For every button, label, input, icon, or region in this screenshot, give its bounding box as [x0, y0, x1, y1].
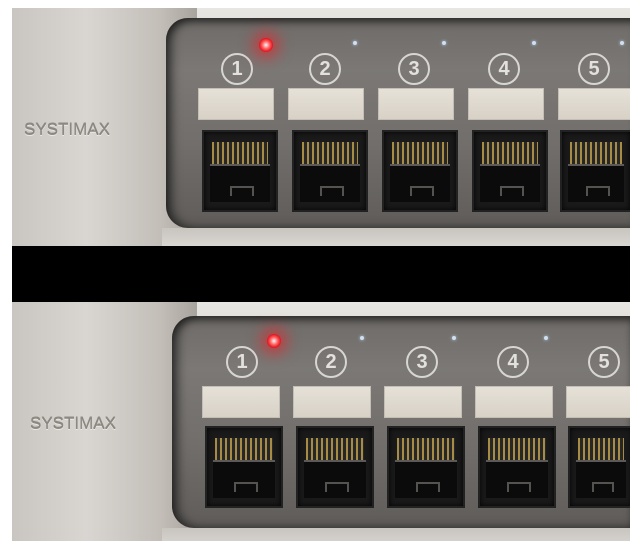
brand-label: SYSTIMAX — [30, 414, 116, 433]
port-led-active — [267, 334, 281, 348]
port-number-badge: 3 — [406, 346, 438, 378]
separator-band — [12, 246, 630, 302]
port-number-badge: 5 — [588, 346, 620, 378]
port-label-strip — [293, 386, 371, 418]
port-led — [452, 336, 456, 340]
port-number-badge: 2 — [309, 53, 341, 85]
port-number-badge: 4 — [488, 53, 520, 85]
port-led-active — [259, 38, 273, 52]
port-label-strip — [378, 88, 454, 120]
rj45-jack — [202, 130, 278, 212]
brand-label: SYSTIMAX — [24, 120, 110, 139]
port-label-strip — [468, 88, 544, 120]
rj45-jack — [296, 426, 374, 508]
port-label-strip — [288, 88, 364, 120]
port-led — [620, 41, 624, 45]
panel-lower-edge — [162, 228, 630, 246]
port-number-badge: 5 — [578, 53, 610, 85]
port-led — [353, 41, 357, 45]
port-label-strip — [475, 386, 553, 418]
rj45-jack — [382, 130, 458, 212]
panel-lower-edge — [162, 528, 630, 541]
port-number-badge: 2 — [315, 346, 347, 378]
port-led — [360, 336, 364, 340]
rj45-jack — [205, 426, 283, 508]
patch-panel-photo-bottom: SYSTIMAX 1 2 3 4 5 — [12, 302, 630, 541]
port-label-strip — [566, 386, 630, 418]
port-led — [442, 41, 446, 45]
patch-panel-photo-top: SYSTIMAX 1 2 3 4 5 — [12, 8, 630, 246]
port-number-badge: 1 — [221, 53, 253, 85]
rj45-jack — [387, 426, 465, 508]
rj45-jack — [568, 426, 630, 508]
port-label-strip — [198, 88, 274, 120]
port-label-strip — [202, 386, 280, 418]
port-number-badge: 3 — [398, 53, 430, 85]
port-label-strip — [384, 386, 462, 418]
port-number-badge: 4 — [497, 346, 529, 378]
port-label-strip — [558, 88, 630, 120]
rj45-jack — [472, 130, 548, 212]
port-led — [532, 41, 536, 45]
port-number-badge: 1 — [226, 346, 258, 378]
rj45-jack — [292, 130, 368, 212]
rj45-jack — [560, 130, 630, 212]
rj45-jack — [478, 426, 556, 508]
port-led — [544, 336, 548, 340]
